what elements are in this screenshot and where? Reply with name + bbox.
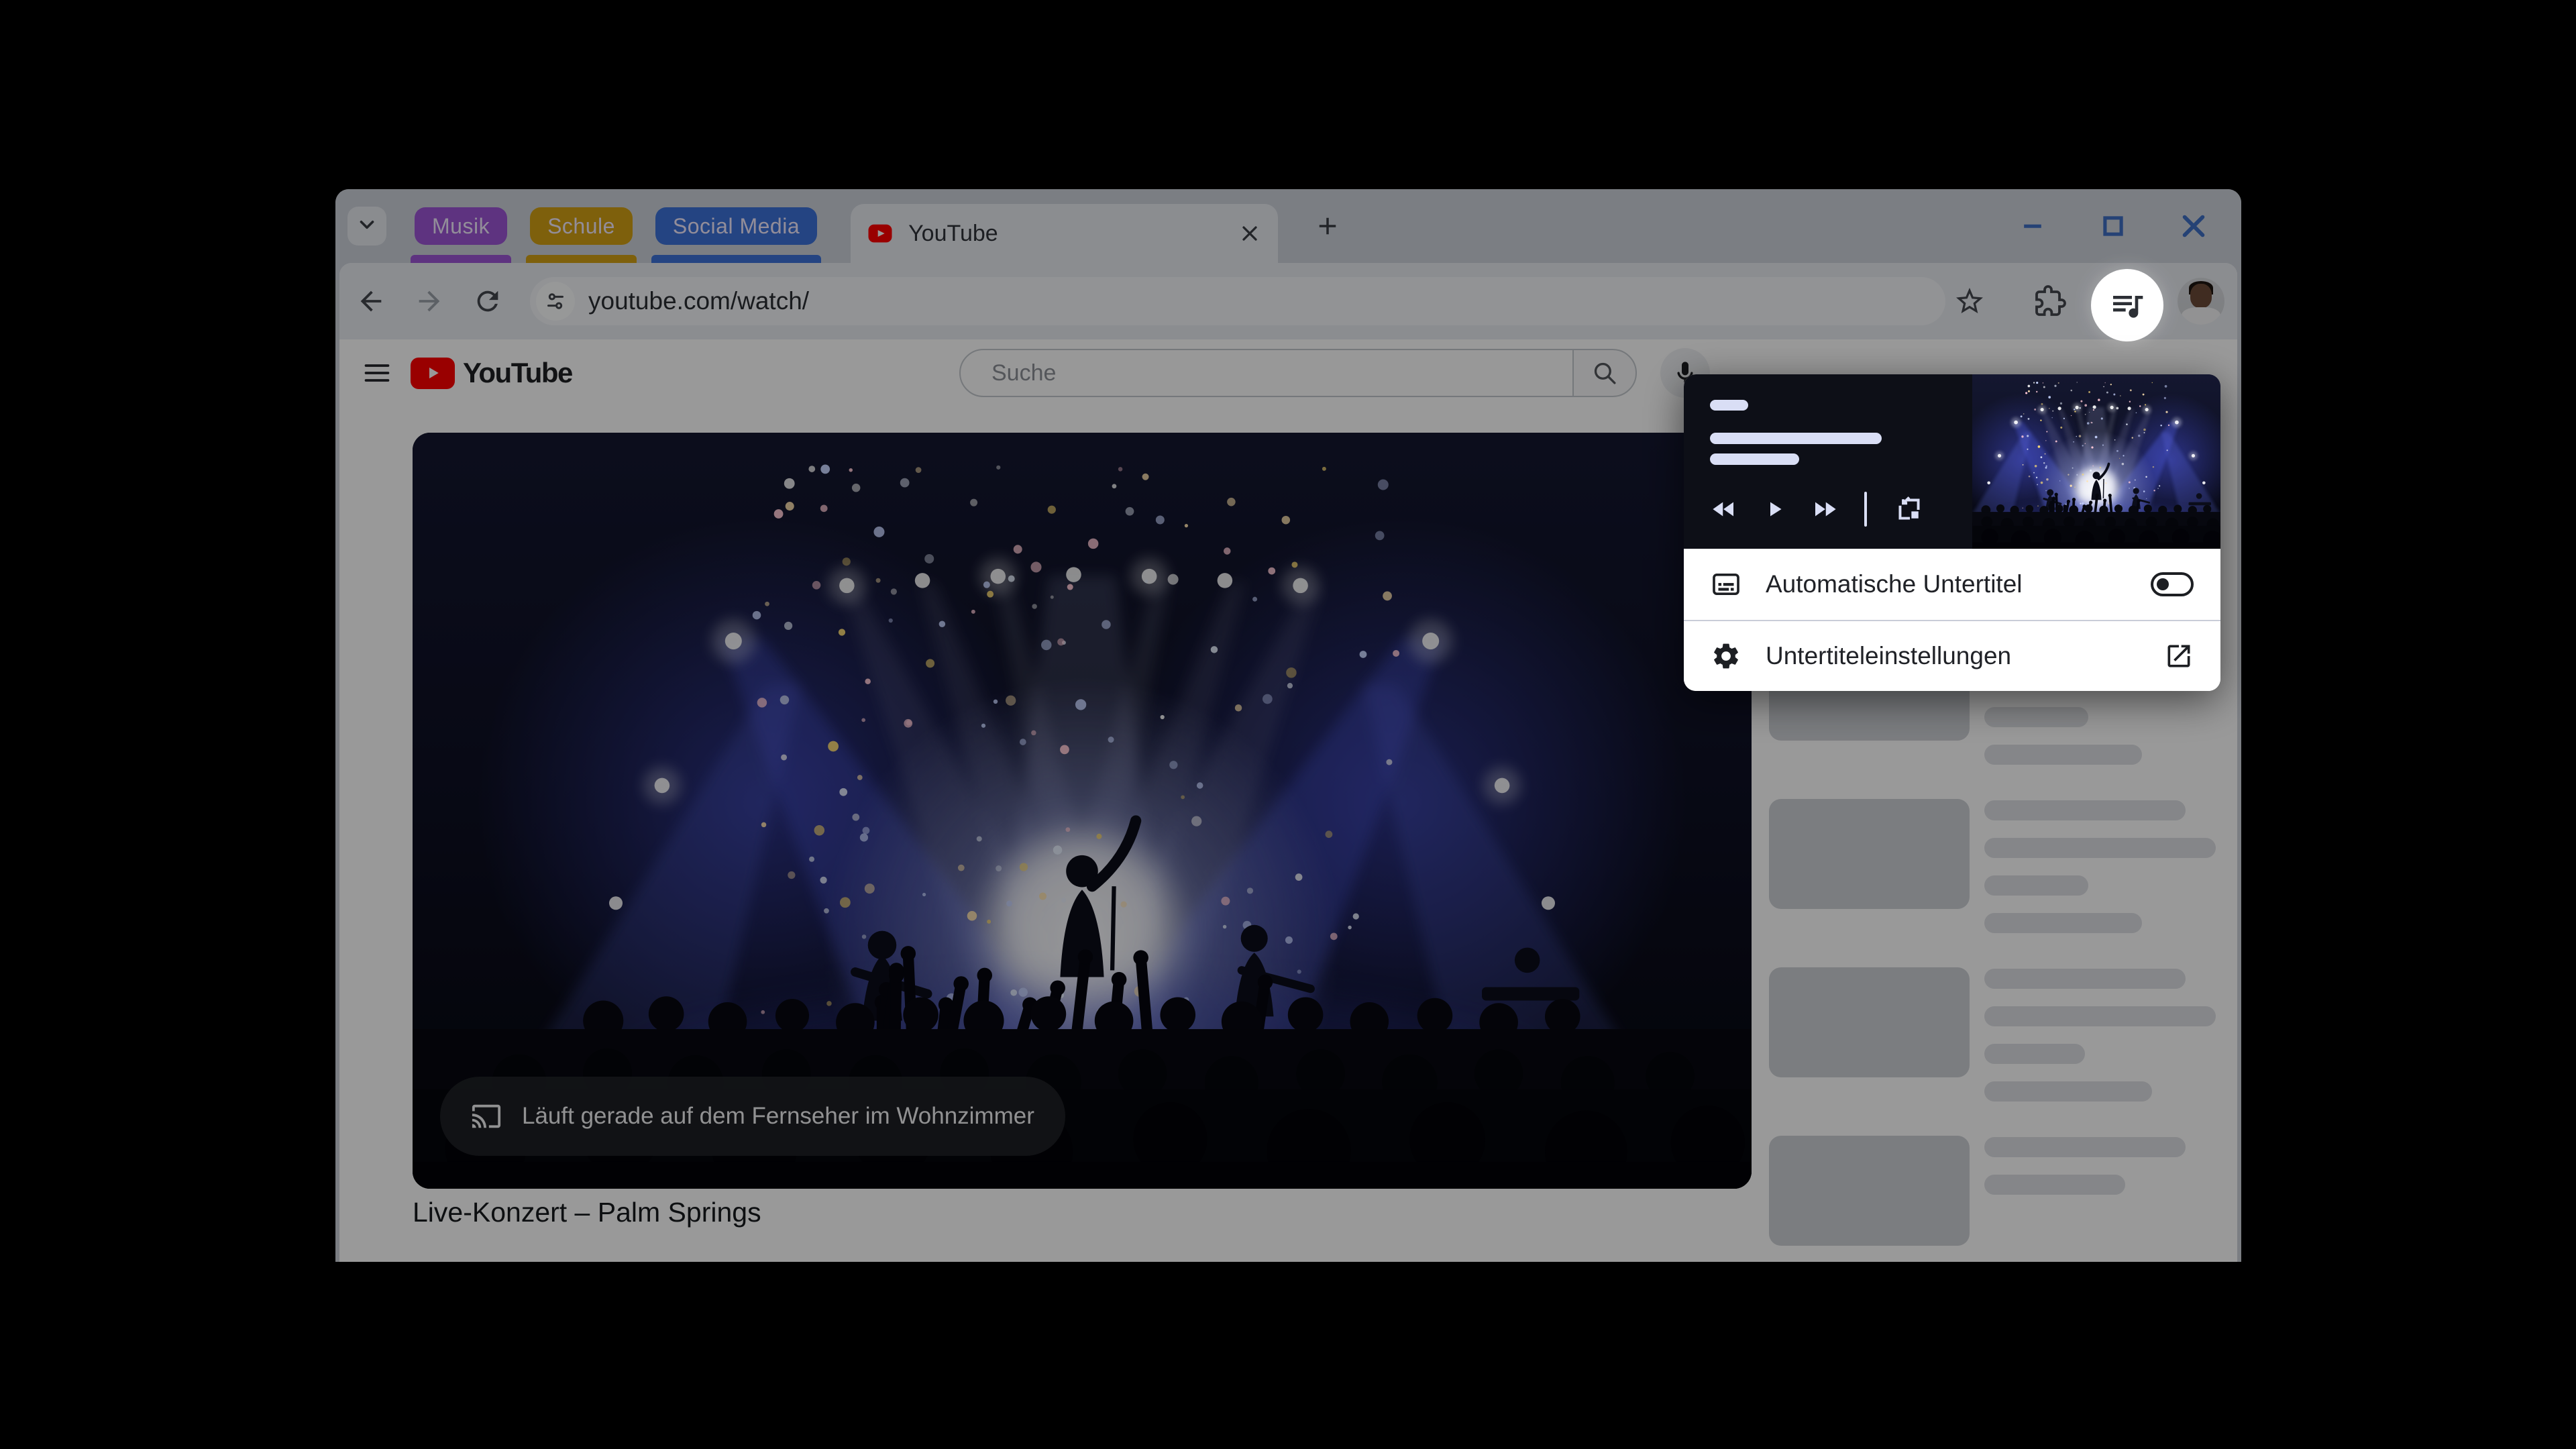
next-track-button[interactable] [1811, 495, 1839, 523]
gear-icon [1711, 641, 1741, 672]
queue-music-icon [2108, 286, 2146, 324]
controls-divider [1864, 492, 1867, 527]
media-metadata [1684, 374, 1972, 549]
auto-subtitles-label: Automatische Untertitel [1766, 570, 2023, 598]
open-in-new-button[interactable] [2164, 641, 2194, 671]
auto-subtitles-toggle[interactable] [2151, 572, 2194, 596]
skeleton-artist-pill [1710, 453, 1799, 465]
media-controls-popup: Automatische Untertitel Untertiteleinste… [1684, 374, 2220, 691]
open-in-new-icon [2164, 641, 2194, 671]
browser-window: Musik Schule Social Media [335, 189, 2241, 1262]
play-button[interactable] [1762, 497, 1786, 521]
toggle-knob [2157, 578, 2169, 590]
media-controls-button[interactable] [2091, 269, 2163, 341]
skeleton-source-pill [1710, 400, 1748, 411]
dim-overlay [335, 189, 2241, 1262]
captions-menu: Automatische Untertitel Untertiteleinste… [1684, 549, 2220, 691]
media-artwork [1972, 374, 2220, 549]
picture-in-picture-button[interactable] [1892, 492, 1926, 526]
auto-subtitles-item[interactable]: Automatische Untertitel [1684, 549, 2220, 620]
media-session-card [1684, 374, 2220, 549]
subtitles-icon [1711, 569, 1741, 600]
skeleton-title-pill [1710, 433, 1882, 444]
subtitle-settings-label: Untertiteleinstellungen [1766, 642, 2011, 670]
previous-track-button[interactable] [1710, 495, 1738, 523]
subtitle-settings-item[interactable]: Untertiteleinstellungen [1684, 620, 2220, 691]
desktop-background: Musik Schule Social Media [0, 0, 2576, 1449]
media-transport-controls [1710, 492, 1972, 527]
